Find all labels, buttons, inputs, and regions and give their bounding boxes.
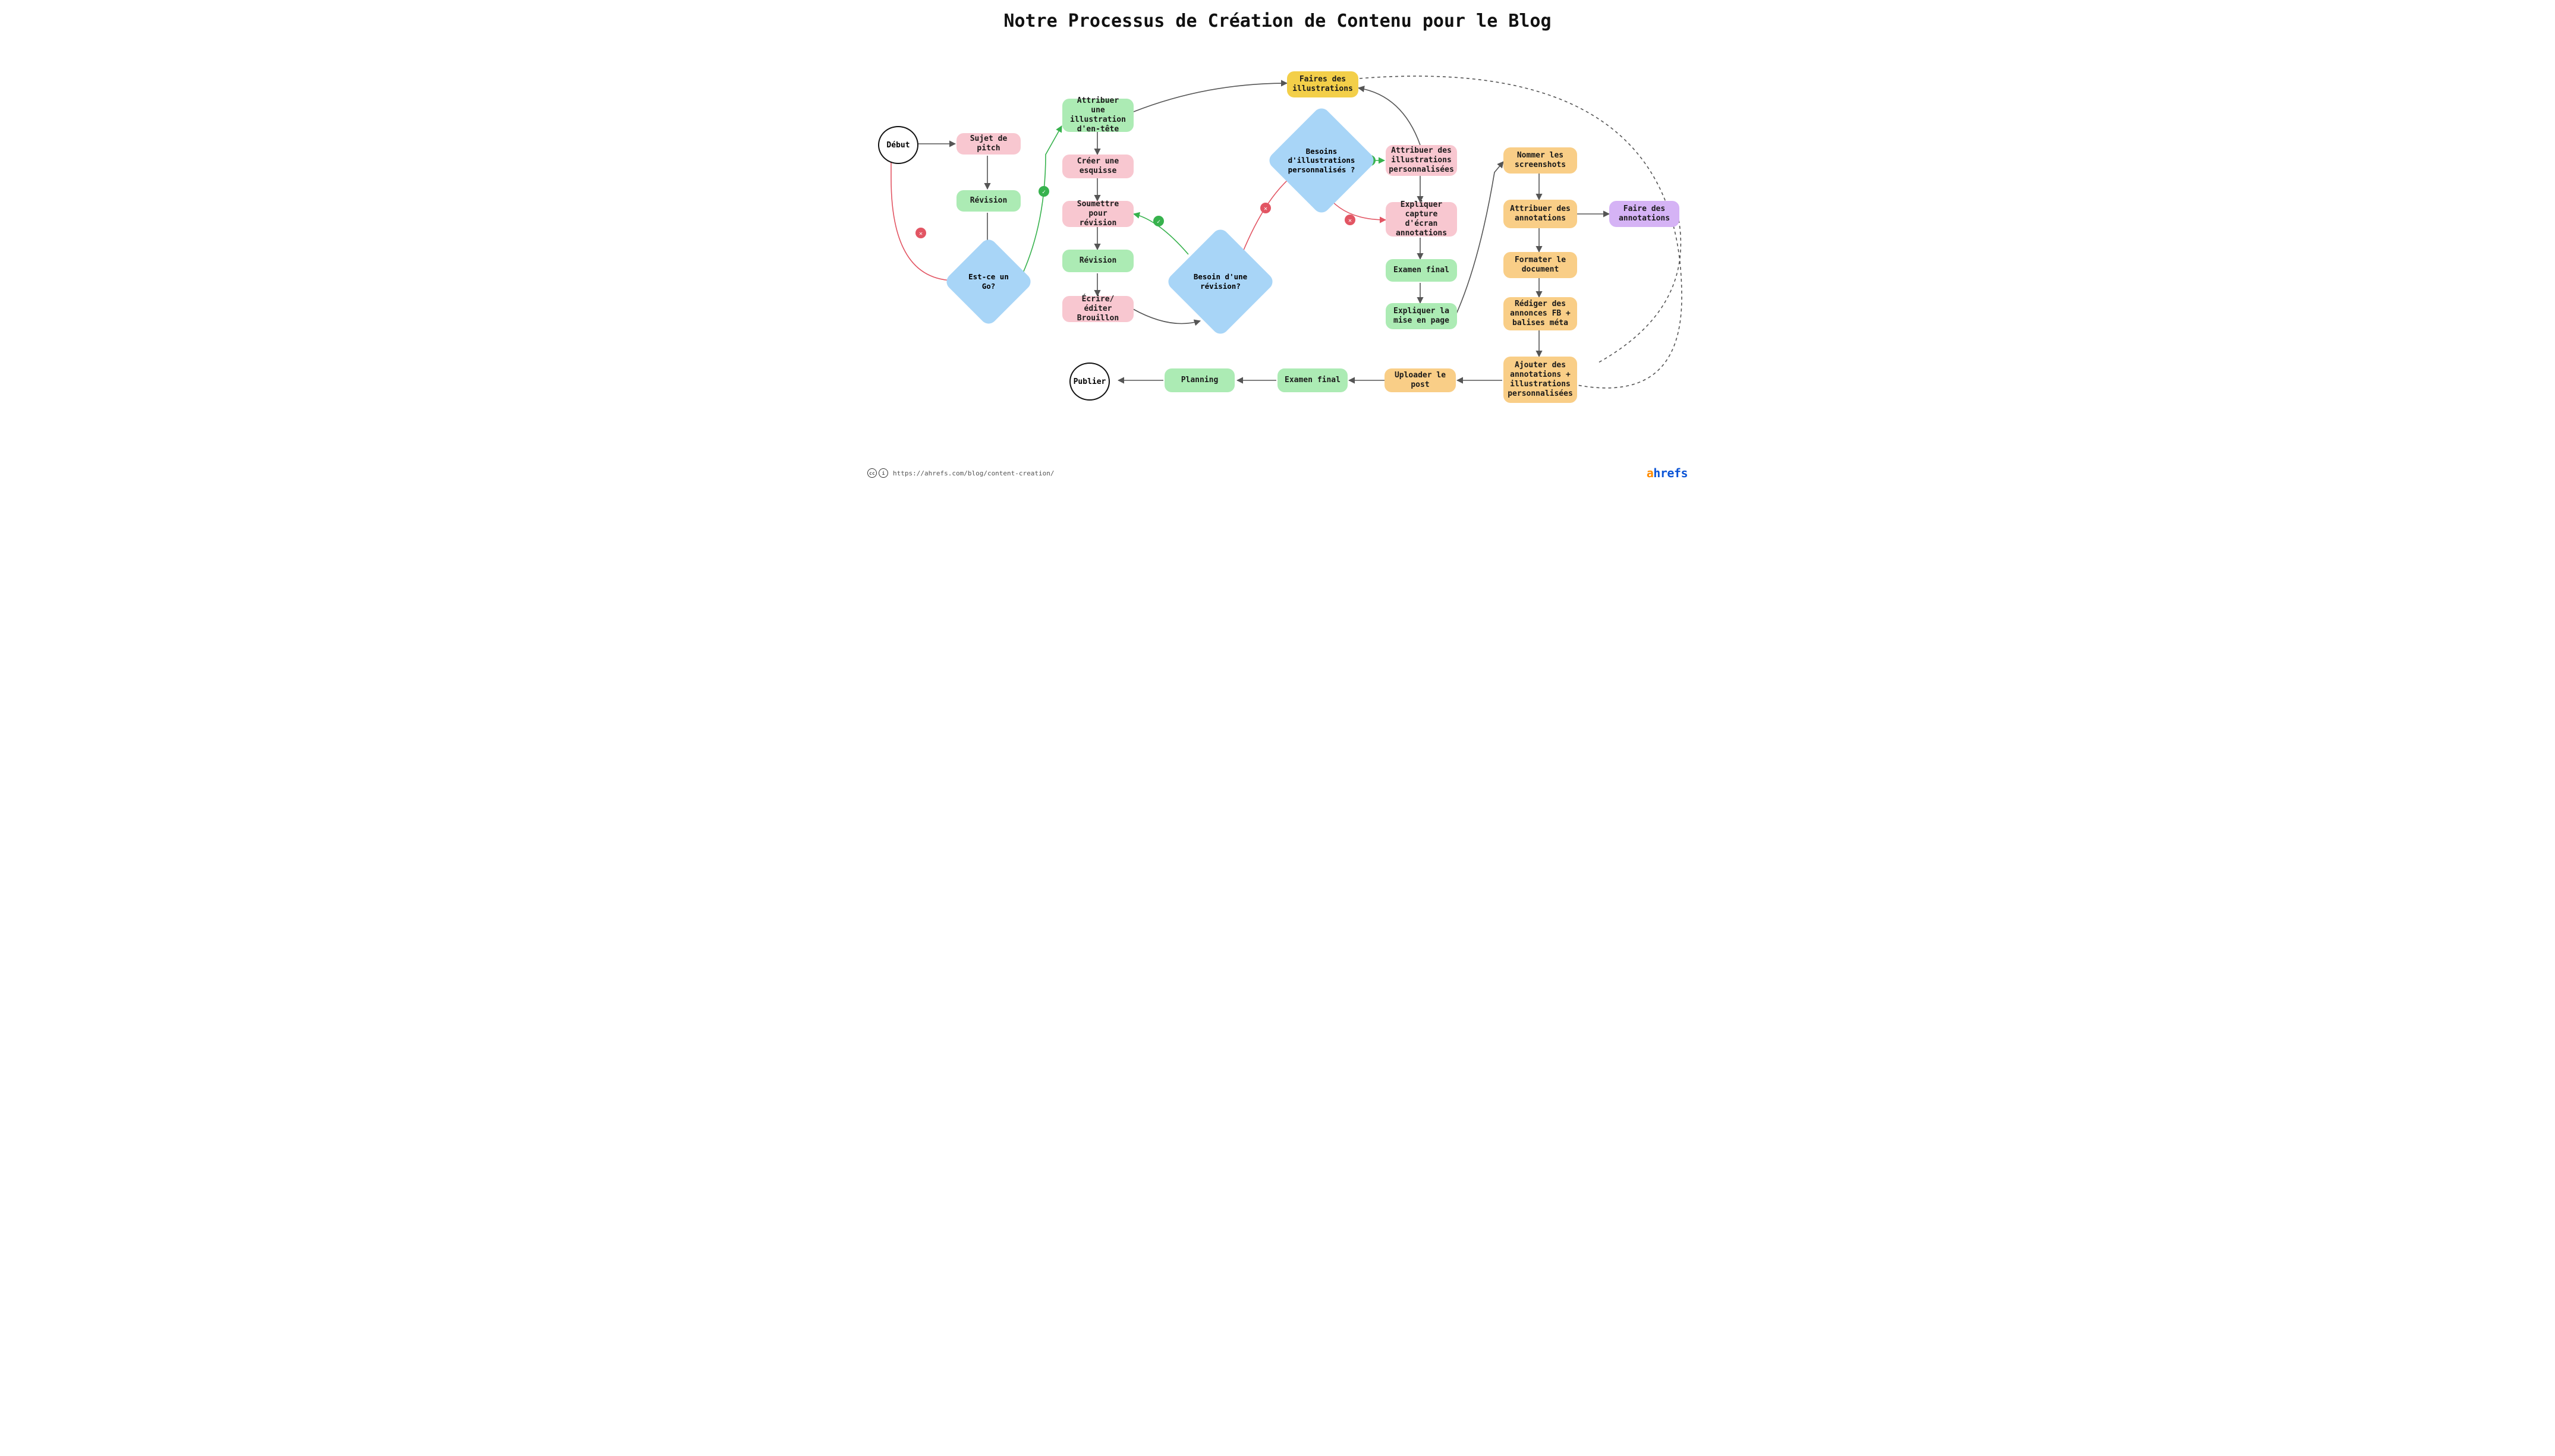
node-assign-custom: Attribuer des illustrations personnalisé… xyxy=(1386,145,1457,176)
svg-text:✕: ✕ xyxy=(919,231,923,237)
svg-text:✓: ✓ xyxy=(1042,189,1046,196)
node-format-doc: Formater le document xyxy=(1503,252,1577,278)
node-write-draft: Écrire/éditer Brouillon xyxy=(1062,296,1134,322)
node-upload: Uploader le post xyxy=(1385,368,1456,392)
node-name-screenshots: Nommer les screenshots xyxy=(1503,147,1577,174)
node-final-exam1: Examen final xyxy=(1386,259,1457,282)
node-pitch: Sujet de pitch xyxy=(956,133,1021,155)
node-start: Début xyxy=(878,126,918,164)
node-publish: Publier xyxy=(1069,363,1110,401)
node-add-annotations: Ajouter des annotations + illustrations … xyxy=(1503,357,1577,403)
cc-icon: cci xyxy=(867,468,888,478)
node-review1: Révision xyxy=(956,190,1021,212)
node-assign-annotations: Attribuer des annotations xyxy=(1503,200,1577,228)
node-submit-review: Soumettre pour révision xyxy=(1062,201,1134,227)
diagram-title: Notre Processus de Création de Contenu p… xyxy=(849,11,1706,31)
source-url: https://ahrefs.com/blog/content-creation… xyxy=(893,469,1055,477)
node-make-illustrations: Faires des illustrations xyxy=(1287,71,1358,97)
node-go-decision: Est-ce un Go? xyxy=(956,250,1021,314)
node-final-exam2: Examen final xyxy=(1278,368,1348,392)
svg-text:✕: ✕ xyxy=(1264,206,1267,212)
node-need-custom: Besoins d'illustrations personnalisés ? xyxy=(1282,121,1361,200)
connectors: ✕ ✓ ✓ ✕ ✓ ✕ xyxy=(849,0,1706,487)
svg-text:✓: ✓ xyxy=(1157,219,1160,225)
node-explain-layout: Expliquer la mise en page xyxy=(1386,303,1457,329)
node-write-fb: Rédiger des annonces FB + balises méta xyxy=(1503,297,1577,330)
footer: cci https://ahrefs.com/blog/content-crea… xyxy=(867,468,1055,478)
brand-logo: ahrefs xyxy=(1647,466,1688,480)
node-explain-screenshot: Expliquer capture d'écran annotations xyxy=(1386,202,1457,237)
node-review2: Révision xyxy=(1062,250,1134,272)
node-sketch: Créer une esquisse xyxy=(1062,155,1134,178)
node-planning: Planning xyxy=(1165,368,1235,392)
svg-text:✕: ✕ xyxy=(1348,218,1352,224)
node-make-annotations: Faire des annotations xyxy=(1609,201,1679,227)
node-need-revision: Besoin d'une révision? xyxy=(1181,242,1260,321)
node-assign-header: Attribuer une illustration d'en-tête xyxy=(1062,99,1134,132)
